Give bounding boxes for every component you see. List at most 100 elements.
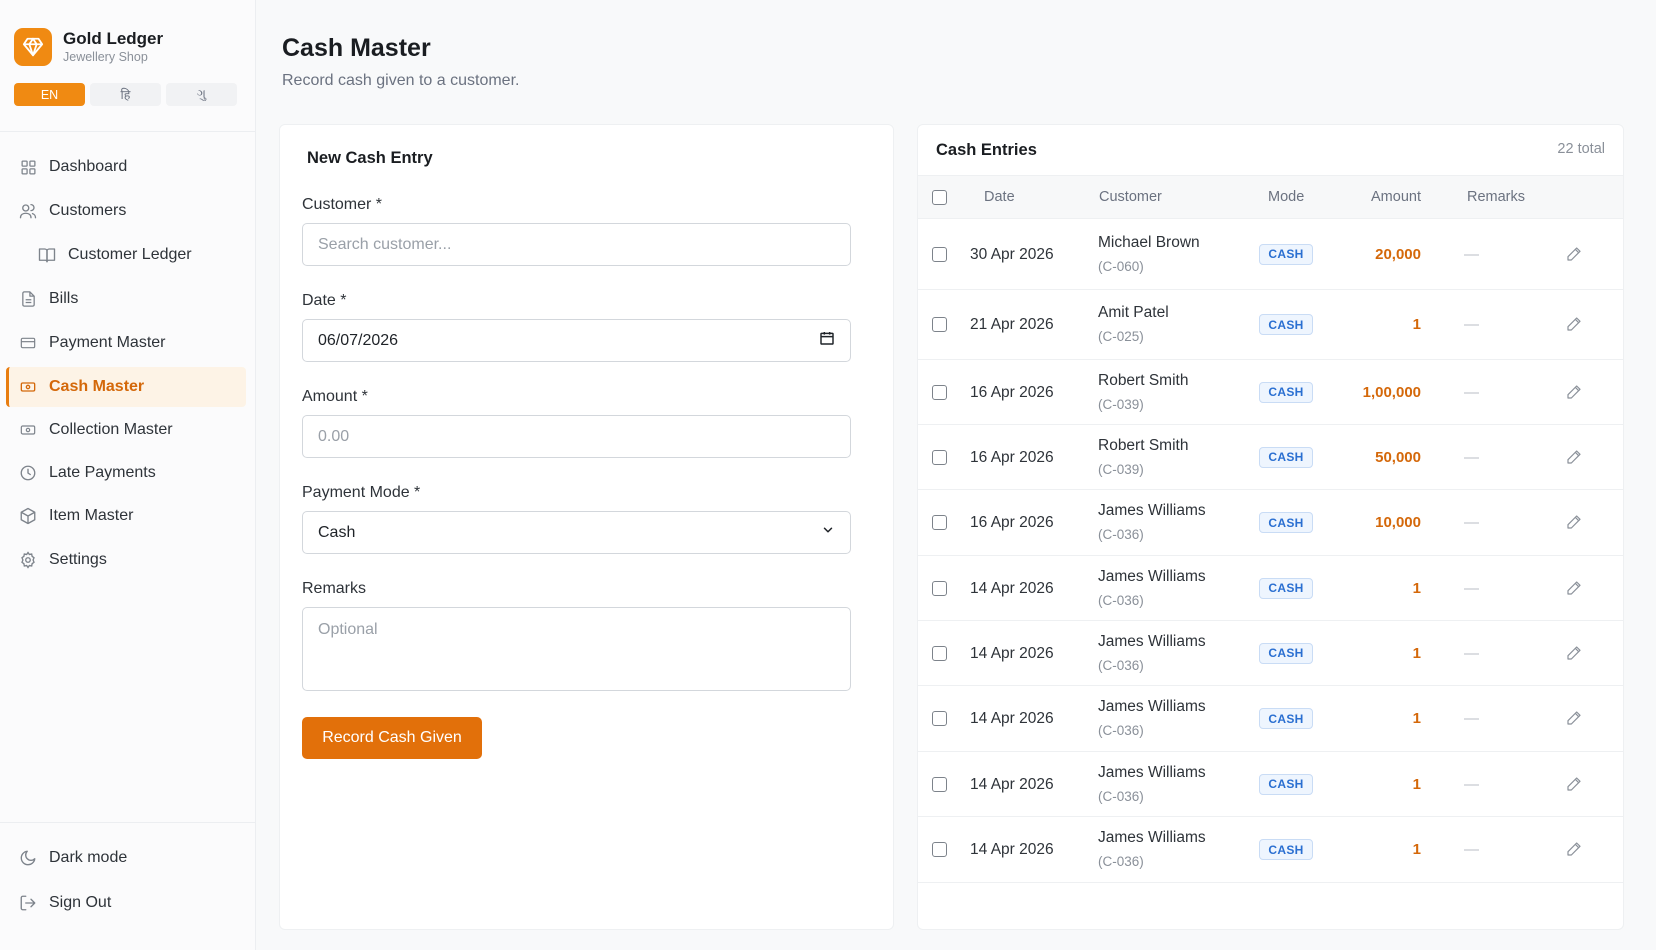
select-all-checkbox[interactable] bbox=[932, 190, 947, 205]
edit-icon[interactable] bbox=[1566, 514, 1584, 532]
customer-search-input[interactable]: Search customer... bbox=[302, 223, 851, 266]
table-row[interactable]: 16 Apr 2026 Robert Smith (C-039) CASH 50,000… bbox=[918, 425, 1623, 490]
sidebar-item-payment-master[interactable]: Payment Master bbox=[6, 323, 246, 363]
table-row[interactable]: 14 Apr 2026 James Williams (C-036) CASH 1 — bbox=[918, 686, 1623, 752]
row-customer-code: (C-025) bbox=[1098, 329, 1144, 344]
dark-mode-toggle[interactable]: Dark mode bbox=[6, 838, 246, 878]
card-icon bbox=[19, 334, 37, 352]
row-customer-name: James Williams bbox=[1098, 829, 1206, 846]
customer-label: Customer * bbox=[302, 196, 383, 213]
mode-badge: CASH bbox=[1259, 773, 1313, 795]
book-icon bbox=[38, 246, 56, 264]
row-checkbox[interactable] bbox=[932, 317, 947, 332]
sidebar-item-cash-master[interactable]: Cash Master bbox=[6, 367, 246, 407]
row-checkbox[interactable] bbox=[932, 842, 947, 857]
edit-icon[interactable] bbox=[1566, 580, 1584, 598]
table-total-count: 22 total bbox=[1557, 141, 1605, 157]
sign-out-button[interactable]: Sign Out bbox=[6, 883, 246, 923]
sidebar-item-settings[interactable]: Settings bbox=[6, 540, 246, 580]
table-row[interactable]: 14 Apr 2026 James Williams (C-036) CASH 1 — bbox=[918, 556, 1623, 621]
sidebar-item-late-payments[interactable]: Late Payments bbox=[6, 453, 246, 493]
sidebar-item-dashboard[interactable]: Dashboard bbox=[6, 147, 246, 187]
sidebar-item-label: Settings bbox=[49, 551, 107, 568]
sidebar-item-customers[interactable]: Customers bbox=[6, 191, 246, 231]
row-customer-code: (C-036) bbox=[1098, 723, 1144, 738]
row-amount: 1,00,000 bbox=[1362, 383, 1421, 401]
lang-gu-button[interactable]: ગુ bbox=[166, 83, 237, 106]
sign-out-label: Sign Out bbox=[49, 894, 112, 911]
column-date[interactable]: Date bbox=[984, 189, 1015, 205]
table-row[interactable]: 16 Apr 2026 James Williams (C-036) CASH 10,0… bbox=[918, 490, 1623, 556]
payment-mode-select[interactable]: Cash bbox=[302, 511, 851, 554]
sidebar-item-customer-ledger[interactable]: Customer Ledger bbox=[6, 235, 246, 275]
lang-hi-button[interactable]: हि bbox=[90, 83, 161, 106]
table-row[interactable]: 21 Apr 2026 Amit Patel (C-025) CASH 1 — bbox=[918, 290, 1623, 360]
sidebar-item-label: Cash Master bbox=[49, 378, 145, 395]
row-date: 14 Apr 2026 bbox=[970, 710, 1054, 727]
date-input[interactable]: 06/07/2026 bbox=[302, 319, 851, 362]
calendar-icon[interactable] bbox=[819, 330, 835, 351]
brand-title: Gold Ledger bbox=[63, 28, 164, 48]
row-customer-code: (C-039) bbox=[1098, 396, 1144, 412]
row-amount: 1 bbox=[1412, 644, 1421, 662]
grid-icon bbox=[19, 158, 37, 176]
sidebar-item-collection-master[interactable]: Collection Master bbox=[6, 410, 246, 450]
table-row[interactable]: 16 Apr 2026 Robert Smith (C-039) CASH 1,00,0… bbox=[918, 360, 1623, 425]
chevron-down-icon bbox=[821, 523, 835, 542]
edit-icon[interactable] bbox=[1566, 316, 1584, 334]
table-row[interactable]: 14 Apr 2026 James Williams (C-036) CASH 1 — bbox=[918, 621, 1623, 686]
row-customer-name: Robert Smith bbox=[1098, 371, 1189, 389]
lang-en-button[interactable]: EN bbox=[14, 83, 85, 106]
sidebar-item-bills[interactable]: Bills bbox=[6, 279, 246, 319]
edit-icon[interactable] bbox=[1566, 776, 1584, 794]
dark-mode-label: Dark mode bbox=[49, 849, 128, 866]
row-customer-code: (C-039) bbox=[1098, 461, 1144, 477]
remarks-textarea[interactable]: Optional bbox=[302, 607, 851, 691]
edit-icon[interactable] bbox=[1566, 384, 1584, 402]
column-amount[interactable]: Amount bbox=[1371, 189, 1421, 205]
logout-icon bbox=[19, 894, 37, 912]
column-mode[interactable]: Mode bbox=[1268, 189, 1304, 205]
edit-icon[interactable] bbox=[1566, 645, 1584, 663]
cash-entries-card: Cash Entries 22 total Date Customer Mode… bbox=[917, 124, 1624, 930]
date-label: Date * bbox=[302, 292, 347, 309]
row-remarks: — bbox=[1464, 579, 1479, 597]
edit-icon[interactable] bbox=[1566, 449, 1584, 467]
row-checkbox[interactable] bbox=[932, 776, 947, 792]
amount-input[interactable]: 0.00 bbox=[302, 415, 851, 458]
row-checkbox[interactable] bbox=[932, 711, 947, 726]
sidebar-item-item-master[interactable]: Item Master bbox=[6, 496, 246, 536]
row-customer-name: James Williams bbox=[1098, 632, 1206, 650]
record-cash-given-button[interactable]: Record Cash Given bbox=[302, 717, 482, 759]
column-remarks[interactable]: Remarks bbox=[1467, 189, 1525, 205]
row-checkbox[interactable] bbox=[932, 645, 947, 661]
row-amount: 10,000 bbox=[1375, 514, 1421, 531]
mode-badge: CASH bbox=[1259, 243, 1313, 265]
table-row[interactable]: 14 Apr 2026 James Williams (C-036) CASH 1 — bbox=[918, 752, 1623, 817]
sidebar-item-label: Dashboard bbox=[49, 158, 128, 175]
cash-icon bbox=[19, 378, 37, 396]
date-value: 06/07/2026 bbox=[318, 331, 399, 349]
language-switcher: EN हि ગુ bbox=[14, 83, 237, 106]
form-title: New Cash Entry bbox=[307, 149, 433, 167]
row-date: 16 Apr 2026 bbox=[970, 383, 1054, 401]
edit-icon[interactable] bbox=[1566, 841, 1584, 859]
row-checkbox[interactable] bbox=[932, 384, 947, 400]
row-date: 21 Apr 2026 bbox=[970, 316, 1054, 333]
row-customer-code: (C-036) bbox=[1098, 592, 1144, 608]
row-checkbox[interactable] bbox=[932, 246, 947, 262]
payment-mode-value: Cash bbox=[318, 523, 356, 541]
row-checkbox[interactable] bbox=[932, 515, 947, 530]
edit-icon[interactable] bbox=[1566, 710, 1584, 728]
column-customer[interactable]: Customer bbox=[1099, 189, 1162, 205]
table-row[interactable]: 14 Apr 2026 James Williams (C-036) CASH 1 — bbox=[918, 817, 1623, 883]
edit-icon[interactable] bbox=[1566, 246, 1584, 264]
mode-badge: CASH bbox=[1259, 577, 1313, 599]
row-customer-code: (C-036) bbox=[1098, 788, 1144, 804]
sidebar: Gold Ledger Jewellery Shop EN हि ગુ Dash… bbox=[0, 0, 256, 950]
payment-mode-label: Payment Mode * bbox=[302, 484, 421, 501]
table-row[interactable]: 30 Apr 2026 Michael Brown (C-060) CASH 20,00… bbox=[918, 219, 1623, 290]
row-checkbox[interactable] bbox=[932, 580, 947, 596]
row-date: 14 Apr 2026 bbox=[970, 579, 1054, 597]
row-checkbox[interactable] bbox=[932, 449, 947, 465]
